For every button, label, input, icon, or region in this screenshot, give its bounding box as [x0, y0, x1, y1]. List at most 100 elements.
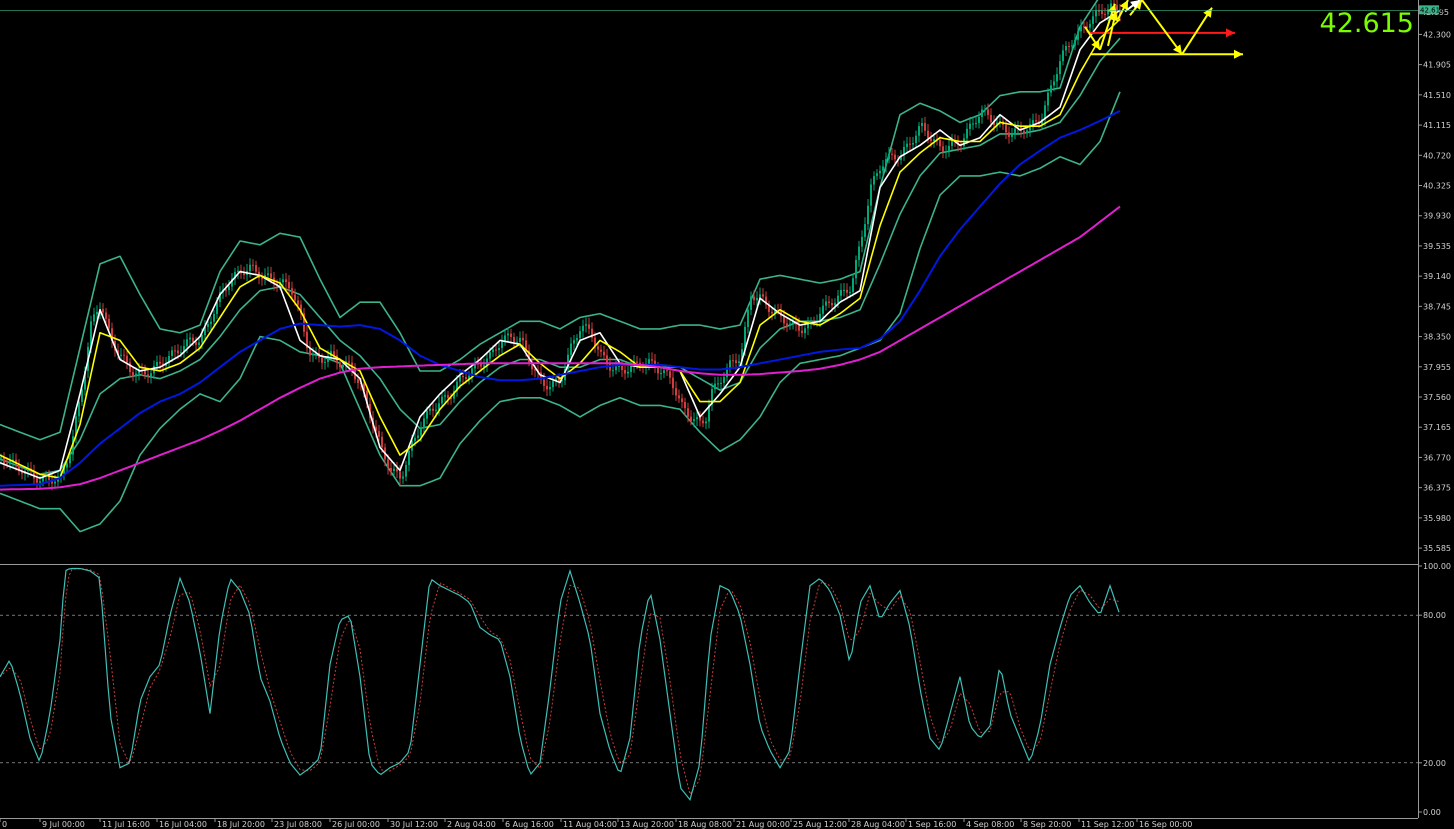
- candle-body: [573, 340, 575, 344]
- candle-body: [225, 289, 227, 291]
- candle-body: [465, 377, 467, 380]
- candle-body: [261, 278, 263, 280]
- trading-chart[interactable]: 42.615 42.300 41.905 41.510 41.115 40.720 40.…: [0, 0, 1454, 829]
- candle-body: [1059, 61, 1061, 75]
- candle-body: [729, 360, 731, 368]
- time-tick-label: 16 Jul 04:00: [159, 820, 207, 829]
- candle-body: [69, 454, 71, 464]
- candle-body: [912, 143, 914, 145]
- candle-body: [579, 331, 581, 339]
- candle-body: [342, 365, 344, 368]
- time-tick-label: 30 Jul 12:00: [390, 820, 438, 829]
- candle-body: [906, 143, 908, 147]
- candle-body: [885, 159, 887, 167]
- candle-body: [822, 305, 824, 314]
- price-tick-label: 39.535: [1423, 242, 1451, 251]
- candle-body: [867, 205, 869, 225]
- candle-body: [675, 388, 677, 396]
- candle-body: [252, 264, 254, 266]
- candle-body: [93, 314, 95, 322]
- candle-body: [1116, 4, 1118, 11]
- price-tick-label: 35.585: [1423, 544, 1451, 553]
- time-tick-label: 6 Aug 16:00: [505, 820, 554, 829]
- price-tick-label: 41.905: [1423, 61, 1451, 70]
- candle-body: [1068, 46, 1070, 48]
- candle-body: [96, 312, 98, 315]
- candle-body: [648, 359, 650, 364]
- candle-body: [615, 366, 617, 371]
- candle-body: [756, 298, 758, 301]
- candle-body: [39, 481, 41, 483]
- candle-body: [825, 301, 827, 306]
- candle-body: [723, 377, 725, 383]
- candle-body: [1047, 92, 1049, 106]
- candle-body: [507, 333, 509, 336]
- time-tick-label: 1 Sep 16:00: [908, 820, 956, 829]
- candle-body: [1077, 31, 1079, 40]
- candle-body: [735, 360, 737, 363]
- candle-body: [402, 476, 404, 479]
- candle-body: [873, 176, 875, 185]
- candle-body: [984, 109, 986, 111]
- candle-body: [939, 139, 941, 147]
- candle-body: [783, 316, 785, 324]
- candle-body: [972, 123, 974, 125]
- price-tick-label: 37.560: [1423, 393, 1451, 402]
- candle-body: [1053, 81, 1055, 86]
- candle-body: [627, 371, 629, 374]
- candle-body: [480, 363, 482, 367]
- candle-body: [414, 437, 416, 441]
- candle-body: [513, 336, 515, 343]
- candle-body: [288, 282, 290, 289]
- candle-body: [549, 387, 551, 390]
- candle-body: [834, 302, 836, 306]
- price-tick-label: 39.930: [1423, 212, 1451, 221]
- candle-body: [267, 273, 269, 275]
- candle-body: [966, 128, 968, 139]
- price-tick-label: 40.720: [1423, 151, 1451, 160]
- candle-body: [663, 370, 665, 374]
- candle-body: [126, 355, 128, 363]
- candle-body: [441, 396, 443, 404]
- time-tick-label: 2 Aug 04:00: [447, 820, 496, 829]
- candle-body: [909, 143, 911, 145]
- candle-body: [393, 468, 395, 472]
- price-tick-label: 42.300: [1423, 30, 1451, 39]
- candle-body: [1065, 46, 1067, 51]
- osc-tick-label: 100.00: [1423, 562, 1451, 571]
- candle-body: [387, 459, 389, 468]
- price-tick-label: 41.115: [1423, 121, 1451, 130]
- candle-body: [381, 436, 383, 448]
- candle-body: [828, 301, 830, 303]
- osc-tick-label: 0.00: [1423, 808, 1441, 817]
- candle-body: [1011, 134, 1013, 137]
- candle-body: [978, 116, 980, 123]
- candle-body: [924, 123, 926, 131]
- current-price-tag-text: 42.615: [1420, 6, 1445, 14]
- candle-body: [249, 264, 251, 271]
- candle-body: [228, 286, 230, 291]
- candle-body: [921, 123, 923, 127]
- candle-body: [1071, 45, 1073, 47]
- candle-body: [144, 370, 146, 375]
- candle-body: [546, 385, 548, 390]
- candle-body: [582, 325, 584, 332]
- time-tick-label: 23 Jul 08:00: [274, 820, 322, 829]
- candle-body: [177, 350, 179, 354]
- candle-body: [819, 313, 821, 321]
- candle-body: [990, 114, 992, 123]
- time-tick-label: 9 Jul 00:00: [42, 820, 85, 829]
- time-tick-label: 28 Aug 04:00: [851, 820, 905, 829]
- candle-body: [762, 294, 764, 297]
- candle-body: [237, 270, 239, 272]
- candle-body: [1095, 10, 1097, 17]
- candle-body: [339, 362, 341, 368]
- osc-tick-label: 80.00: [1423, 611, 1446, 620]
- candle-body: [408, 450, 410, 465]
- candle-body: [879, 170, 881, 174]
- candle-body: [417, 435, 419, 438]
- candle-body: [891, 153, 893, 155]
- candle-body: [66, 463, 68, 468]
- candle-body: [669, 371, 671, 378]
- price-tick-label: 35.980: [1423, 514, 1451, 523]
